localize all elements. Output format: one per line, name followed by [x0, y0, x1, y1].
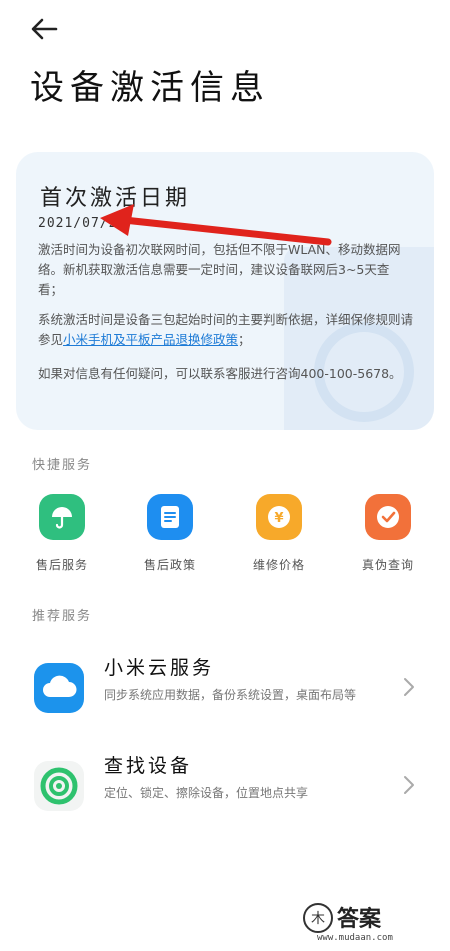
repair-price-button[interactable]: ¥ 维修价格	[234, 494, 324, 573]
watermark-url: www.mudaan.com	[317, 933, 393, 943]
service-label: 维修价格	[252, 558, 305, 572]
watermark-logo-icon: 木	[303, 903, 333, 933]
yen-coin-icon: ¥	[256, 494, 302, 540]
chevron-right-icon	[404, 678, 414, 696]
service-title: 小米云服务	[104, 657, 215, 679]
policy-link[interactable]: 小米手机及平板产品退换修政策	[63, 332, 238, 347]
authenticity-check-button[interactable]: 真伪查询	[343, 494, 433, 573]
warranty-text: 系统激活时间是设备三包起始时间的主要判断依据，详细保修规则请参见小米手机及平板产…	[38, 310, 414, 350]
page-title: 设备激活信息	[30, 68, 270, 108]
service-label: 真伪查询	[361, 558, 414, 572]
after-sales-service-button[interactable]: 售后服务	[17, 494, 107, 573]
radar-icon	[34, 761, 84, 811]
contact-support-text: 如果对信息有任何疑问，可以联系客服进行咨询400-100-5678。	[38, 366, 402, 381]
umbrella-icon	[39, 494, 85, 540]
find-device-item[interactable]: 查找设备 定位、锁定、擦除设备，位置地点共享	[0, 743, 450, 833]
activation-info-card: 首次激活日期 2021/07/25 激活时间为设备初次联网时间，包括但不限于WL…	[16, 152, 434, 430]
mi-cloud-service-item[interactable]: 小米云服务 同步系统应用数据，备份系统设置，桌面布局等	[0, 645, 450, 735]
arrow-left-icon	[31, 18, 58, 40]
service-label: 售后政策	[143, 558, 196, 572]
red-arrow-annotation	[100, 204, 332, 246]
after-sales-policy-button[interactable]: 售后政策	[125, 494, 215, 573]
service-title: 查找设备	[104, 755, 193, 777]
back-button[interactable]	[28, 14, 62, 44]
recommended-services-title: 推荐服务	[32, 609, 93, 624]
cloud-icon	[34, 663, 84, 713]
svg-text:¥: ¥	[274, 511, 283, 526]
warranty-text-suffix: ；	[238, 332, 251, 347]
quick-services-title: 快捷服务	[32, 458, 93, 473]
check-badge-icon	[365, 494, 411, 540]
site-watermark: 木 答案 www.mudaan.com	[303, 901, 443, 949]
service-label: 售后服务	[35, 558, 88, 572]
service-description: 定位、锁定、擦除设备，位置地点共享	[104, 786, 309, 800]
service-description: 同步系统应用数据，备份系统设置，桌面布局等	[104, 688, 357, 702]
document-icon	[147, 494, 193, 540]
chevron-right-icon	[404, 776, 414, 794]
watermark-name: 答案	[337, 907, 382, 932]
